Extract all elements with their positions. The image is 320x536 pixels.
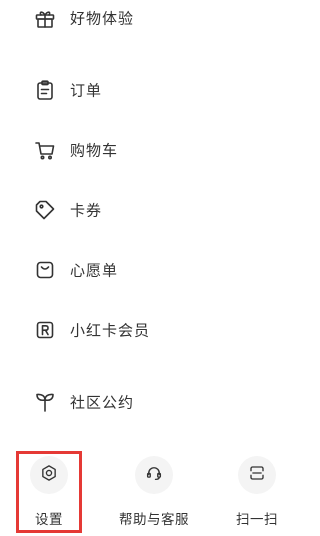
sprout-icon (34, 391, 56, 413)
menu-item-orders[interactable]: 订单 (0, 68, 306, 112)
settings-icon-circle (30, 456, 68, 494)
headset-icon (145, 464, 163, 486)
menu-item-label: 购物车 (70, 141, 119, 160)
menu-item-label: 小红卡会员 (70, 321, 151, 340)
menu-item-label: 心愿单 (70, 261, 119, 280)
menu-item-coupons[interactable]: 卡券 (0, 188, 306, 232)
settings-label: 设置 (35, 512, 63, 528)
wishlist-bag-icon (34, 259, 56, 281)
scan-button[interactable]: 扫一扫 (222, 446, 292, 536)
scan-label: 扫一扫 (236, 512, 278, 528)
coupon-tag-icon (34, 199, 56, 221)
help-and-support-button[interactable]: 帮助与客服 (106, 446, 202, 536)
cart-icon (34, 139, 56, 161)
menu-item-label: 社区公约 (70, 393, 135, 412)
scan-icon (248, 464, 266, 486)
help-and-support-label: 帮助与客服 (119, 512, 189, 528)
menu-item-label: 好物体验 (70, 9, 135, 28)
scan-icon-circle (238, 456, 276, 494)
gear-icon (40, 464, 58, 486)
gift-icon (34, 7, 56, 29)
menu-item-good-stuff-trial[interactable]: 好物体验 (0, 0, 306, 40)
menu-item-community-rules[interactable]: 社区公约 (0, 380, 306, 424)
settings-button[interactable]: 设置 (14, 446, 84, 536)
menu-item-label: 订单 (70, 81, 103, 100)
menu-item-shopping-cart[interactable]: 购物车 (0, 128, 306, 172)
help-icon-circle (135, 456, 173, 494)
clipboard-icon (34, 79, 56, 101)
bottom-action-bar: 设置 帮助与客服 扫一扫 (0, 446, 306, 536)
menu-item-wishlist[interactable]: 心愿单 (0, 248, 306, 292)
membership-card-r-icon (34, 319, 56, 341)
side-menu-panel: 好物体验 订单 购物车 卡券 心愿单 小红卡会员 社区公约 设置 帮助与客服 扫… (0, 0, 306, 536)
menu-item-label: 卡券 (70, 201, 103, 220)
menu-item-membership[interactable]: 小红卡会员 (0, 308, 306, 352)
